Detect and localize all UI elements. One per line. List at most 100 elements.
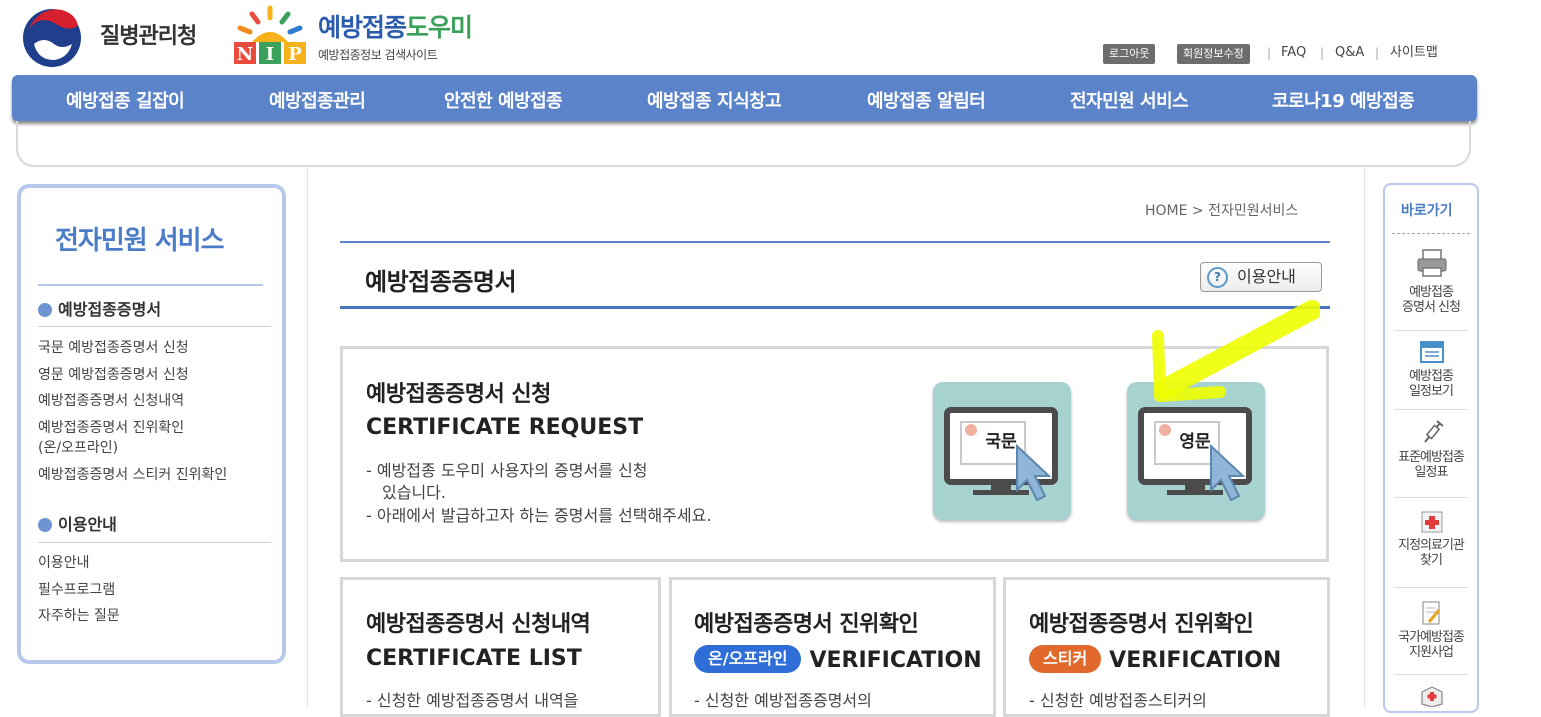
sidebar-item-korean-request[interactable]: 국문 예방접종증명서 신청 xyxy=(38,338,189,358)
quick-item-line: 국가예방접종 xyxy=(1398,630,1465,645)
sidebar-divider xyxy=(38,326,271,327)
util-separator: | xyxy=(1267,46,1272,60)
sidebar-item-verification[interactable]: 예방접종증명서 진위확인 xyxy=(38,418,184,438)
sub-navigation-panel xyxy=(16,121,1471,167)
sidebar-item-faq[interactable]: 자주하는 질문 xyxy=(38,606,120,626)
request-desc-line: 있습니다. xyxy=(382,483,446,502)
quick-item-line: 지원사업 xyxy=(1409,645,1454,660)
qna-link[interactable]: Q&A xyxy=(1335,44,1364,62)
sidebar-heading-guide[interactable]: 이용안내 xyxy=(38,511,117,535)
content-divider xyxy=(307,168,308,708)
sidebar-heading-label: 예방접종증명서 xyxy=(58,300,162,319)
quick-divider xyxy=(1394,330,1468,331)
sticker-badge: 스티커 xyxy=(1029,645,1102,673)
verify-title-kr: 예방접종증명서 진위확인 xyxy=(694,612,919,637)
sidebar-title: 전자민원 서비스 xyxy=(55,226,224,256)
logout-button[interactable]: 로그아웃 xyxy=(1103,44,1156,64)
site-title-part2: 도우미 xyxy=(406,13,473,42)
request-desc-line: - 예방접종 도우미 사용자의 증명서를 신청 xyxy=(366,461,648,480)
sidebar-heading-label: 이용안내 xyxy=(58,515,117,534)
agency-name[interactable]: 질병관리청 xyxy=(100,18,197,50)
sidebar-item-request-list[interactable]: 예방접종증명서 신청내역 xyxy=(38,391,184,411)
gnb-item-covid19[interactable]: 코로나19 예방접종 xyxy=(1272,87,1415,113)
first-aid-box-icon[interactable] xyxy=(1420,684,1444,707)
gnb-item-e-service[interactable]: 전자민원 서비스 xyxy=(1070,87,1189,113)
quick-item-line: 증명서 신청 xyxy=(1402,300,1461,315)
site-title-part1: 예방접종 xyxy=(318,13,407,42)
bullet-icon xyxy=(38,518,52,532)
quick-item-certificate[interactable]: 예방접종 증명서 신청 xyxy=(1385,285,1477,315)
quick-divider xyxy=(1394,587,1468,588)
svg-text:N: N xyxy=(237,44,253,65)
list-desc: - 신청한 예방접종증명서 내역을 xyxy=(366,691,579,710)
faq-link[interactable]: FAQ xyxy=(1281,44,1306,62)
sidebar-item-verification-suffix[interactable]: (온/오프라인) xyxy=(38,438,118,458)
korean-card-label: 국문 xyxy=(985,432,1017,452)
quick-item-line: 예방접종 xyxy=(1409,285,1454,300)
util-separator: | xyxy=(1320,46,1325,60)
nip-logo-icon[interactable]: N I P xyxy=(230,4,310,66)
sitemap-link[interactable]: 사이트맵 xyxy=(1390,44,1438,62)
quick-item-standard-schedule[interactable]: 표준예방접종 일정표 xyxy=(1385,450,1477,480)
question-icon: ? xyxy=(1207,267,1228,288)
gnb-item-guide[interactable]: 예방접종 길잡이 xyxy=(66,87,185,113)
korean-certificate-button[interactable]: 국문 xyxy=(933,382,1071,520)
site-title[interactable]: 예방접종도우미 xyxy=(318,8,473,44)
quick-menu-divider xyxy=(1392,233,1470,234)
syringe-icon[interactable] xyxy=(1420,420,1444,446)
quick-item-line: 예방접종 xyxy=(1409,369,1454,384)
gnb-item-management[interactable]: 예방접종관리 xyxy=(269,87,366,113)
title-divider xyxy=(340,241,1330,243)
site-subtitle: 예방접종정보 검색사이트 xyxy=(318,48,438,62)
verify-title-en: VERIFICATION xyxy=(809,648,982,673)
quick-item-line: 찾기 xyxy=(1420,553,1443,568)
edit-member-button[interactable]: 회원정보수정 xyxy=(1177,44,1250,64)
sidebar-item-programs[interactable]: 필수프로그램 xyxy=(38,580,115,600)
sticker-title-en-row: 스티커 VERIFICATION xyxy=(1029,645,1281,673)
sidebar-item-sticker-verification[interactable]: 예방접종증명서 스티커 진위확인 xyxy=(38,465,227,485)
monitor-cursor-icon: 국문 xyxy=(944,407,1058,502)
sidebar-item-english-request[interactable]: 영문 예방접종증명서 신청 xyxy=(38,365,189,385)
sidebar-heading-certificate[interactable]: 예방접종증명서 xyxy=(38,296,161,320)
document-pencil-icon[interactable] xyxy=(1421,600,1443,626)
quick-divider xyxy=(1394,674,1468,675)
kdca-logo-icon[interactable] xyxy=(22,8,82,68)
list-title-en: CERTIFICATE LIST xyxy=(366,646,582,671)
page-title: 예방접종증명서 xyxy=(365,268,517,296)
quick-divider xyxy=(1394,497,1468,498)
quick-menu-title: 바로가기 xyxy=(1401,203,1453,219)
sidebar-divider xyxy=(38,542,271,543)
printer-icon[interactable] xyxy=(1415,248,1449,278)
quick-item-line: 일정표 xyxy=(1414,465,1449,480)
quick-item-line: 일정보기 xyxy=(1409,384,1454,399)
medical-cross-icon[interactable] xyxy=(1421,510,1443,534)
highlight-arrow-icon xyxy=(1152,300,1320,402)
util-separator: | xyxy=(1375,46,1380,60)
request-title-kr: 예방접종증명서 신청 xyxy=(366,382,551,407)
online-offline-badge: 온/오프라인 xyxy=(694,645,802,673)
quick-item-national-program[interactable]: 국가예방접종 지원사업 xyxy=(1385,630,1477,660)
quick-item-schedule[interactable]: 예방접종 일정보기 xyxy=(1385,369,1477,399)
quick-item-line: 지정의료기관 xyxy=(1398,538,1465,553)
sidebar-item-guide[interactable]: 이용안내 xyxy=(38,553,90,573)
gnb-item-notice[interactable]: 예방접종 알림터 xyxy=(867,87,986,113)
breadcrumb: HOME > 전자민원서비스 xyxy=(1145,203,1299,219)
main-navigation: 예방접종 길잡이 예방접종관리 안전한 예방접종 예방접종 지식창고 예방접종 … xyxy=(12,75,1477,121)
bullet-icon xyxy=(38,303,52,317)
list-title-kr: 예방접종증명서 신청내역 xyxy=(366,612,591,637)
content-divider xyxy=(1364,168,1365,708)
verify-title-en-row: 온/오프라인 VERIFICATION xyxy=(694,645,982,673)
gnb-item-safety[interactable]: 안전한 예방접종 xyxy=(444,87,563,113)
sticker-title-kr: 예방접종증명서 진위확인 xyxy=(1029,612,1254,637)
sticker-desc: - 신청한 예방접종스티커의 xyxy=(1029,691,1207,710)
calendar-icon[interactable] xyxy=(1420,340,1444,364)
svg-text:I: I xyxy=(266,44,274,65)
quick-item-line: 표준예방접종 xyxy=(1398,450,1465,465)
verify-desc: - 신청한 예방접종증명서의 xyxy=(694,691,872,710)
quick-item-clinic-search[interactable]: 지정의료기관 찾기 xyxy=(1385,538,1477,568)
sidebar-title-divider xyxy=(38,284,263,286)
svg-text:P: P xyxy=(288,44,302,65)
gnb-item-knowledge[interactable]: 예방접종 지식창고 xyxy=(647,87,782,113)
sticker-title-en: VERIFICATION xyxy=(1109,648,1282,673)
english-card-label: 영문 xyxy=(1179,432,1211,452)
